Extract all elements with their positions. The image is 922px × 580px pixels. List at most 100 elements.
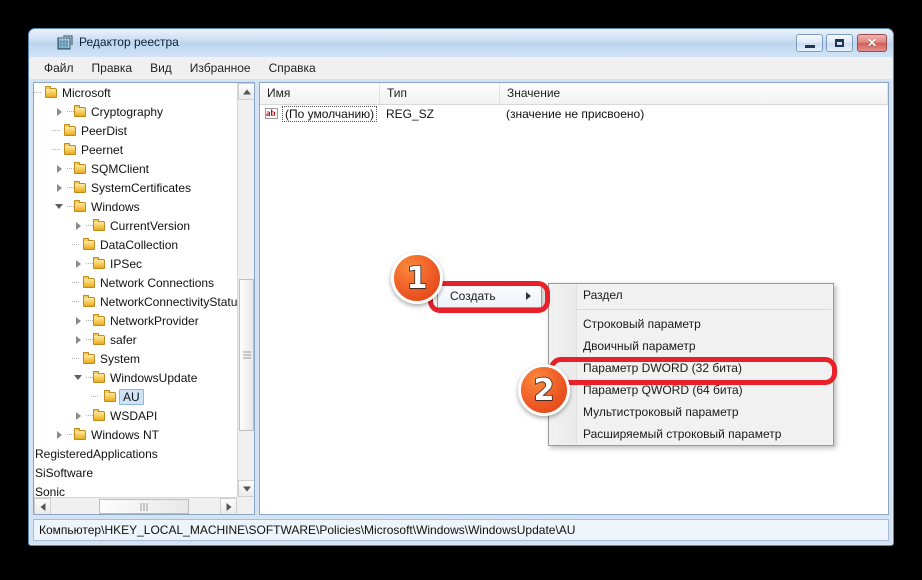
- tree-node[interactable]: Microsoft: [34, 83, 237, 102]
- tree-node[interactable]: SQMClient: [34, 159, 237, 178]
- tree-node[interactable]: CurrentVersion: [34, 216, 237, 235]
- tree-node-label: Microsoft: [62, 85, 111, 100]
- tree-node[interactable]: AU: [34, 387, 237, 406]
- step-badge-1-number: 1: [406, 260, 428, 297]
- tree-node-label: CurrentVersion: [110, 218, 191, 233]
- binary-value-menu-item[interactable]: Двоичный параметр: [549, 335, 833, 357]
- key-menu-item[interactable]: Раздел: [549, 284, 833, 306]
- tree-node[interactable]: SystemCertificates: [34, 178, 237, 197]
- minimize-button[interactable]: [796, 34, 823, 52]
- scroll-up-button[interactable]: [238, 83, 254, 100]
- menubar-item-0[interactable]: Файл: [35, 59, 83, 77]
- dword-32-menu-item[interactable]: Параметр DWORD (32 бита): [549, 357, 833, 379]
- menubar-item-4[interactable]: Справка: [260, 59, 325, 77]
- tree-node[interactable]: NetworkConnectivityStatu: [34, 292, 237, 311]
- expand-triangle-icon[interactable]: [72, 254, 86, 273]
- tree-node[interactable]: Windows NT: [34, 425, 237, 444]
- expand-triangle-icon[interactable]: [53, 178, 67, 197]
- create-menu-item[interactable]: Создать: [438, 285, 541, 307]
- expand-triangle-icon[interactable]: [53, 102, 67, 121]
- menubar-item-1[interactable]: Правка: [83, 59, 142, 77]
- tree-node[interactable]: DataCollection: [34, 235, 237, 254]
- scroll-down-button[interactable]: [238, 480, 254, 497]
- tree-node-label: AU: [119, 388, 144, 405]
- tree-node-label: NetworkProvider: [110, 313, 199, 328]
- tree-node[interactable]: NetworkProvider: [34, 311, 237, 330]
- expand-triangle-icon[interactable]: [53, 425, 67, 444]
- tree-node[interactable]: WindowsUpdate: [34, 368, 237, 387]
- tree-node[interactable]: System: [34, 349, 237, 368]
- tree-node-label: NetworkConnectivityStatu: [100, 294, 237, 309]
- registry-tree-pane[interactable]: Microsoft Cryptography PeerDist Peernet SQMC…: [33, 82, 255, 515]
- expand-triangle-icon[interactable]: [72, 311, 86, 330]
- tree-vertical-scrollbar[interactable]: [237, 83, 254, 497]
- scroll-right-button[interactable]: [220, 498, 237, 514]
- column-header-2[interactable]: Значение: [500, 83, 888, 104]
- tree-node-label: IPSec: [110, 256, 143, 271]
- expandable-string-menu-item[interactable]: Расширяемый строковый параметр: [549, 423, 833, 445]
- folder-icon: [63, 143, 78, 156]
- horizontal-scroll-thumb[interactable]: [99, 499, 189, 514]
- string-value-menu-item[interactable]: Строковый параметр: [549, 313, 833, 335]
- folder-icon: [92, 219, 107, 232]
- tree-horizontal-scrollbar[interactable]: [34, 497, 237, 514]
- menu-item-label: Параметр QWORD (64 бита): [583, 383, 743, 397]
- menu-item-label: Мультистроковый параметр: [583, 405, 739, 419]
- folder-icon: [44, 86, 59, 99]
- tree-node-label: RegisteredApplications: [35, 446, 158, 461]
- expand-triangle-icon[interactable]: [53, 159, 67, 178]
- tree-node[interactable]: PeerDist: [34, 121, 237, 140]
- tree-node[interactable]: Peernet: [34, 140, 237, 159]
- menu-item-label: Параметр DWORD (32 бита): [583, 361, 742, 375]
- expand-triangle-icon[interactable]: [72, 330, 86, 349]
- close-button[interactable]: ✕: [857, 34, 887, 52]
- column-header-1[interactable]: Тип: [380, 83, 500, 104]
- qword-64-menu-item[interactable]: Параметр QWORD (64 бита): [549, 379, 833, 401]
- menubar-item-2[interactable]: Вид: [141, 59, 181, 77]
- folder-icon: [73, 105, 88, 118]
- tree-node[interactable]: IPSec: [34, 254, 237, 273]
- tree-node[interactable]: WSDAPI: [34, 406, 237, 425]
- close-icon: ✕: [866, 36, 878, 50]
- folder-icon: [82, 276, 97, 289]
- tree-node[interactable]: Network Connections: [34, 273, 237, 292]
- status-bar-path: Компьютер\HKEY_LOCAL_MACHINE\SOFTWARE\Po…: [39, 523, 576, 537]
- folder-icon: [92, 371, 107, 384]
- folder-icon: [92, 257, 107, 270]
- folder-icon: [63, 124, 78, 137]
- context-submenu-create[interactable]: Раздел Строковый параметр Двоичный парамет…: [548, 283, 834, 446]
- collapse-triangle-icon[interactable]: [72, 368, 86, 387]
- tree-node[interactable]: safer: [34, 330, 237, 349]
- context-menu[interactable]: Создать: [437, 284, 542, 308]
- tree-node-label: safer: [110, 332, 137, 347]
- tree-node[interactable]: RegisteredApplications: [34, 444, 237, 463]
- tree-node[interactable]: Windows: [34, 197, 237, 216]
- tree-node[interactable]: Cryptography: [34, 102, 237, 121]
- menubar-item-3[interactable]: Избранное: [181, 59, 260, 77]
- vertical-scroll-thumb[interactable]: [239, 279, 254, 431]
- tree-line: [72, 292, 82, 311]
- tree-line: [72, 349, 82, 368]
- column-header-0[interactable]: Имя: [260, 83, 380, 104]
- window-title: Редактор реестра: [79, 35, 179, 49]
- collapse-triangle-icon[interactable]: [53, 197, 67, 216]
- registry-tree[interactable]: Microsoft Cryptography PeerDist Peernet SQMC…: [34, 83, 237, 497]
- tree-node[interactable]: Sonic: [34, 482, 237, 498]
- expand-triangle-icon[interactable]: [72, 216, 86, 235]
- expand-triangle-icon[interactable]: [72, 406, 86, 425]
- maximize-button[interactable]: [826, 34, 853, 52]
- multi-string-menu-item[interactable]: Мультистроковый параметр: [549, 401, 833, 423]
- scroll-left-button[interactable]: [34, 498, 51, 514]
- tree-node[interactable]: SiSoftware: [34, 463, 237, 482]
- table-row[interactable]: (По умолчанию) REG_SZ (значение не присвое…: [260, 104, 888, 123]
- maximize-icon: [827, 35, 852, 51]
